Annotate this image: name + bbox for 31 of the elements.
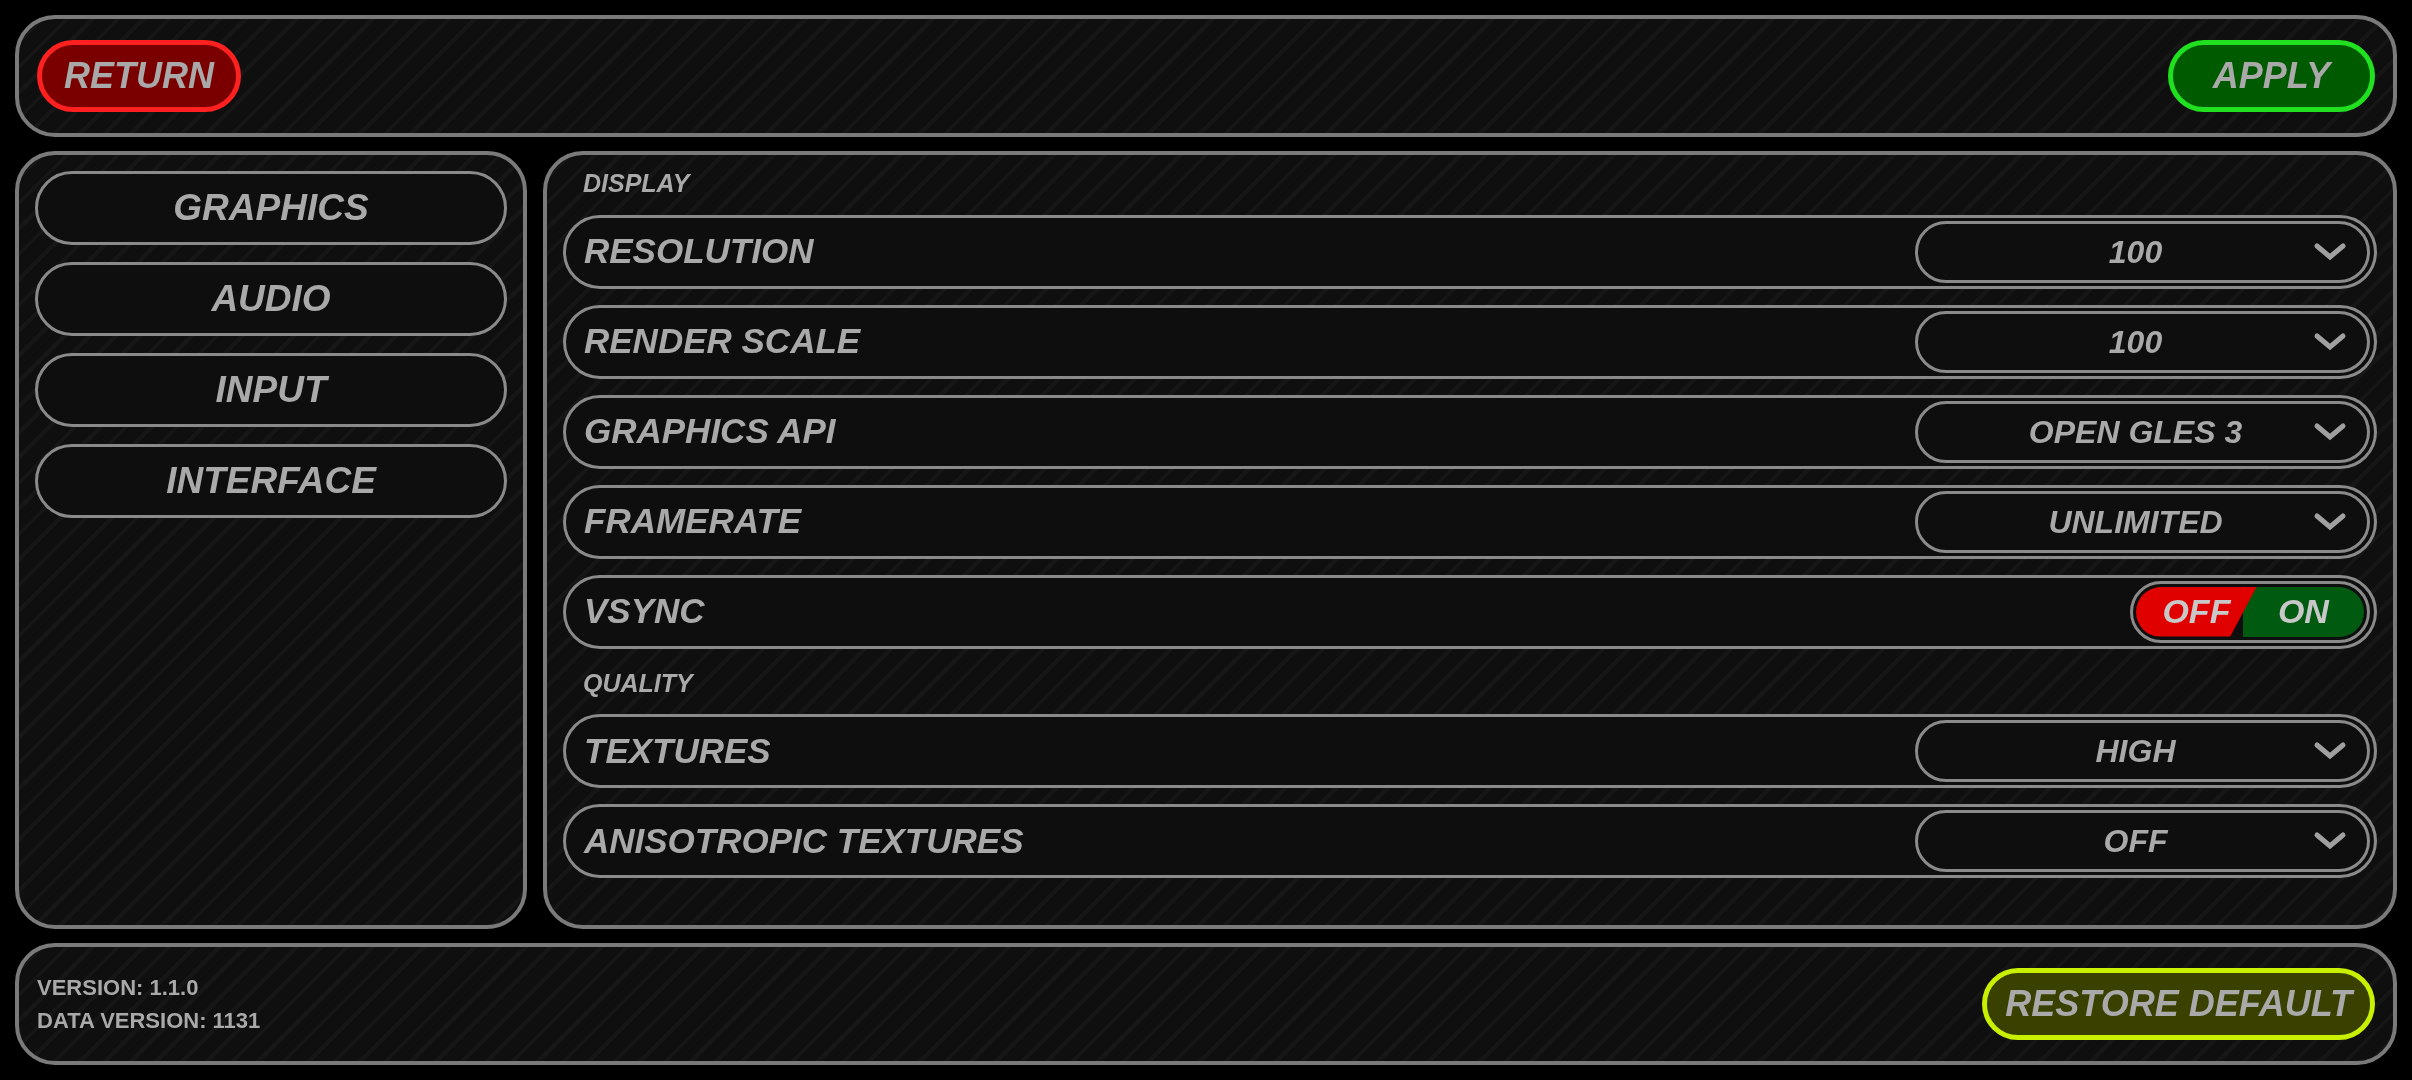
setting-label: ANISOTROPIC TEXTURES: [584, 819, 1024, 862]
chevron-down-icon: [2313, 511, 2347, 532]
dropdown[interactable]: UNLIMITED: [1915, 490, 2370, 553]
setting-label: RESOLUTION: [584, 230, 814, 273]
chevron-down-icon: [2313, 331, 2347, 352]
dropdown[interactable]: 100: [1915, 220, 2370, 283]
chevron-down-icon: [2313, 741, 2347, 761]
section-title: QUALITY: [582, 667, 696, 699]
sidebar-item[interactable]: INPUT: [35, 353, 507, 427]
setting-label: GRAPHICS API: [584, 410, 836, 453]
version-text: VERSION: 1.1.0: [37, 974, 200, 1002]
data-version-text: DATA VERSION: 1131: [37, 1007, 261, 1035]
dropdown[interactable]: 100: [1915, 310, 2370, 373]
setting-label: FRAMERATE: [584, 500, 802, 543]
dropdown[interactable]: HIGH: [1915, 720, 2370, 782]
sidebar-item[interactable]: GRAPHICS: [35, 171, 507, 245]
dropdown[interactable]: OPEN GLES 3: [1915, 400, 2370, 463]
setting-label: VSYNC: [584, 590, 705, 633]
section-title: DISPLAY: [582, 168, 692, 199]
dropdown[interactable]: OFF: [1915, 810, 2370, 872]
sidebar-item[interactable]: INTERFACE: [35, 444, 507, 518]
restore-default-button[interactable]: RESTORE DEFAULT: [1982, 968, 2375, 1040]
chevron-down-icon: [2313, 241, 2347, 262]
setting-label: TEXTURES: [584, 729, 771, 772]
setting-label: RENDER SCALE: [584, 320, 861, 363]
sidebar-item[interactable]: AUDIO: [35, 262, 507, 336]
chevron-down-icon: [2313, 831, 2347, 851]
chevron-down-icon: [2313, 421, 2347, 442]
apply-button[interactable]: APPLY: [2167, 40, 2375, 112]
toggle-switch[interactable]: OFF ON: [2130, 580, 2370, 643]
return-button[interactable]: RETURN: [37, 40, 241, 112]
